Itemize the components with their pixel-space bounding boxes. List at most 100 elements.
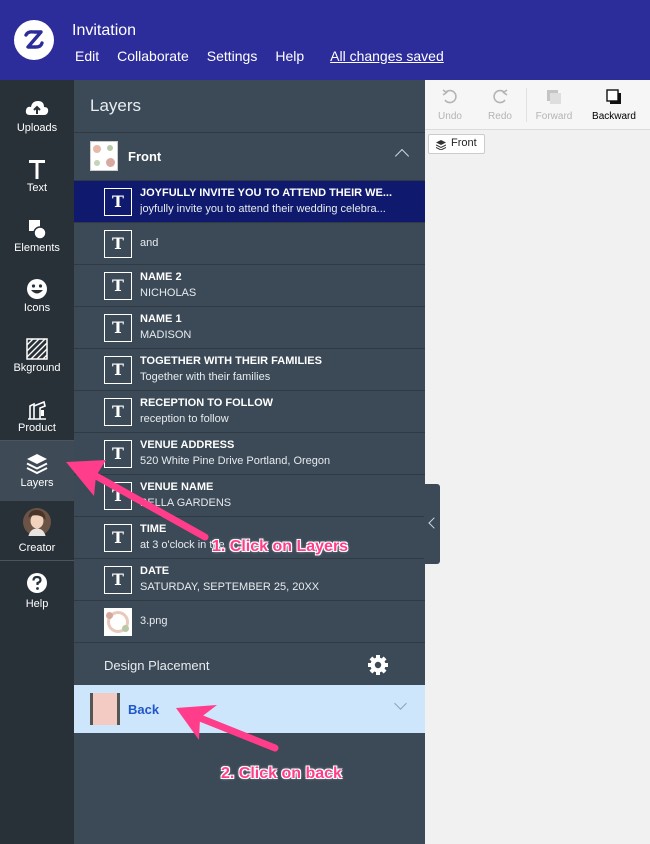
layer-name: TOGETHER WITH THEIR FAMILIES [140,355,322,367]
layer-name: VENUE NAME [140,481,214,493]
design-placement-row[interactable]: Design Placement [74,642,425,686]
image-layer-thumbnail [104,608,132,636]
menu-edit[interactable]: Edit [75,48,99,64]
main-menu: Edit Collaborate Settings Help All chang… [75,48,462,64]
layer-content: 3.png [140,615,168,627]
text-layer-icon: T [104,272,132,300]
rail-help[interactable]: Help [0,564,74,624]
edit-toolbar: Undo Redo Forward Backward [425,80,650,130]
redo-icon [493,89,508,104]
layer-row-name-2[interactable]: T NAME 2 NICHOLAS [74,264,425,306]
undo-icon [442,89,457,104]
layer-name: NAME 2 [140,271,182,283]
layer-row-joyfully[interactable]: T JOYFULLY INVITE YOU TO ATTEND THEIR WE… [74,180,425,222]
layer-row-name-1[interactable]: T NAME 1 MADISON [74,306,425,348]
annotation-step-2: 2. Click on back [221,765,342,782]
layer-content: SATURDAY, SEPTEMBER 25, 20XX [140,581,320,593]
collapse-panel-button[interactable] [424,484,440,564]
layer-content: BELLA GARDENS [140,497,232,509]
layers-panel: Layers Front T JOYFULLY INVITE YOU TO AT… [74,80,425,844]
text-icon [29,160,45,179]
tool-rail: Uploads Text Elements Icons Bkground Pro… [0,80,74,844]
canvas-side-chip[interactable]: Front [428,134,485,154]
rail-text-label: Text [26,182,48,194]
layer-row-together[interactable]: T TOGETHER WITH THEIR FAMILIES Together … [74,348,425,390]
layer-name: DATE [140,565,170,577]
back-group-label: Back [128,702,160,717]
rail-uploads[interactable]: Uploads [0,86,74,146]
rail-creator[interactable]: Creator [0,502,74,560]
chevron-left-icon [428,517,440,529]
chevron-down-icon[interactable] [394,697,407,710]
rail-creator-label: Creator [18,542,56,554]
smiley-icon [27,279,47,299]
rail-icons[interactable]: Icons [0,266,74,326]
gear-icon[interactable] [367,654,389,676]
backward-label: Backward [592,111,636,122]
layer-content: and [140,237,159,249]
layer-content: 520 White Pine Drive Portland, Oregon [140,455,331,467]
text-layer-icon: T [104,230,132,258]
layer-row-venue-address[interactable]: T VENUE ADDRESS 520 White Pine Drive Por… [74,432,425,474]
menu-help[interactable]: Help [275,48,304,64]
rail-elements[interactable]: Elements [0,206,74,266]
undo-button[interactable]: Undo [425,80,475,130]
menu-settings[interactable]: Settings [207,48,258,64]
rail-product[interactable]: Product [0,386,74,446]
layer-content: MADISON [140,329,192,341]
text-layer-icon: T [104,188,132,216]
save-status-link[interactable]: All changes saved [330,48,444,64]
rail-background[interactable]: Bkground [0,326,74,386]
undo-label: Undo [438,111,462,122]
back-group-header[interactable]: Back [74,685,425,733]
menu-collaborate[interactable]: Collaborate [117,48,189,64]
rail-text[interactable]: Text [0,146,74,206]
text-layer-icon: T [104,440,132,468]
layer-name: RECEPTION TO FOLLOW [140,397,274,409]
layers-icon [436,140,446,150]
layer-content: Together with their families [140,371,271,383]
app-header: Invitation Edit Collaborate Settings Hel… [0,0,650,80]
cloud-upload-icon [25,101,49,115]
forward-label: Forward [535,111,573,122]
rail-layers[interactable]: Layers [0,441,74,501]
front-group-header[interactable]: Front [74,132,425,180]
rail-uploads-label: Uploads [16,122,58,134]
layers-icon [26,454,48,475]
chevron-up-icon[interactable] [394,148,410,164]
layer-name: TIME [140,523,167,535]
text-layer-icon: T [104,356,132,384]
layer-name: JOYFULLY INVITE YOU TO ATTEND THEIR WE..… [140,187,393,199]
layer-row-venue-name[interactable]: T VENUE NAME BELLA GARDENS [74,474,425,516]
rail-icons-label: Icons [23,302,51,314]
layer-row-reception[interactable]: T RECEPTION TO FOLLOW reception to follo… [74,390,425,432]
text-layer-icon: T [104,482,132,510]
layer-row-and[interactable]: T and [74,222,425,264]
front-thumbnail [90,141,118,171]
zazzle-logo[interactable] [14,20,54,60]
text-layer-icon: T [104,566,132,594]
text-layer-icon: T [104,398,132,426]
elements-icon [29,220,47,240]
layer-row-date[interactable]: T DATE SATURDAY, SEPTEMBER 25, 20XX [74,558,425,600]
layer-content: NICHOLAS [140,287,197,299]
help-icon [27,573,47,593]
logo-mark-icon [24,30,44,49]
document-title[interactable]: Invitation [72,22,136,40]
layer-name: NAME 1 [140,313,182,325]
text-layer-icon: T [104,314,132,342]
bring-forward-icon [547,90,561,104]
rail-help-label: Help [25,598,49,610]
backward-button[interactable]: Backward [583,80,645,130]
forward-button[interactable]: Forward [527,80,581,130]
layer-name: VENUE ADDRESS [140,439,235,451]
redo-button[interactable]: Redo [475,80,525,130]
panel-title: Layers [90,96,142,115]
canvas-side-label: Front [451,137,477,149]
rail-layers-label: Layers [20,477,54,489]
layer-row-image[interactable]: 3.png [74,600,425,642]
layer-content: joyfully invite you to attend their wedd… [140,203,386,215]
rail-background-label: Bkground [13,362,61,374]
background-icon [26,338,48,360]
text-layer-icon: T [104,524,132,552]
